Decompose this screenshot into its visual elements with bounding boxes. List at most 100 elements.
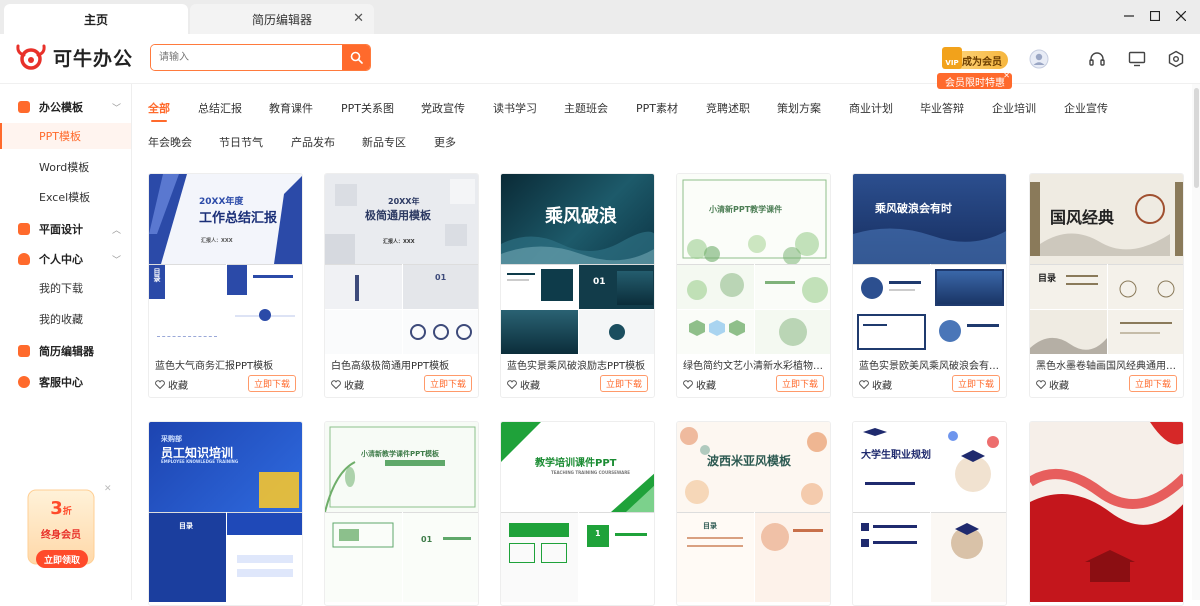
promo-discount-unit: 折 [62,507,72,517]
template-thumbnail[interactable]: 采购部 员工知识培训 EMPLOYEE KNOWLEDGE TRAINING 目… [149,422,302,602]
template-title[interactable]: 蓝色实景乘风破浪励志PPT模板 [507,357,652,372]
template-thumbnail[interactable]: 国风经典 目录 [1030,174,1183,354]
cover-title: 小清新教学课件PPT模板 [361,450,440,458]
category-graduation[interactable]: 毕业答辩 [920,100,964,116]
favorite-button[interactable]: 收藏 [859,377,892,392]
sidebar-item-excel-templates[interactable]: Excel模板 [0,184,131,210]
template-thumbnail[interactable]: 教学培训课件PPT TEACHING TRAINING COURSEWARE 1 [501,422,654,602]
favorite-button[interactable]: 收藏 [1036,377,1069,392]
template-card[interactable]: 国风经典 目录 黑色水墨卷轴画国风经典通用PPT... 收藏 立即下载 [1029,173,1184,398]
close-promo-card-icon[interactable]: ✕ [104,484,112,494]
category-festivals[interactable]: 节日节气 [219,134,263,150]
template-card[interactable]: 教学培训课件PPT TEACHING TRAINING COURSEWARE 1 [500,421,655,606]
headset-icon[interactable] [1086,48,1108,70]
download-button[interactable]: 立即下载 [424,375,472,392]
template-thumbnail[interactable]: 大学生职业规划 [853,422,1006,602]
template-title[interactable]: 蓝色实景欧美风乘风破浪会有时通... [859,357,1004,372]
template-title[interactable]: 白色高级极简通用PPT模板 [331,357,476,372]
sidebar-group-personal-center[interactable]: 个人中心 ﹀ [18,251,121,267]
download-button[interactable]: 立即下载 [952,375,1000,392]
minimize-icon[interactable] [1117,5,1141,27]
category-party-promotion[interactable]: 党政宣传 [421,100,465,116]
lifetime-vip-promo-card[interactable]: ✕ 3折 终身会员 立即领取 [22,484,112,574]
category-class-meeting[interactable]: 主题班会 [564,100,608,116]
user-avatar-icon[interactable] [1028,48,1050,70]
template-card[interactable] [1029,421,1184,606]
sidebar-group-graphic-design[interactable]: 平面设计 ︿ [18,221,121,237]
promo-claim-button[interactable]: 立即领取 [36,553,88,566]
template-title[interactable]: 蓝色大气商务汇报PPT模板 [155,357,300,372]
favorite-button[interactable]: 收藏 [507,377,540,392]
template-card[interactable]: 20XX年 极简通用模板 汇报人：XXX 01 白色高级极简通用PPT模板 收藏… [324,173,479,398]
close-promo-icon[interactable]: ✕ [1003,71,1010,80]
category-job-report[interactable]: 竞聘述职 [706,100,750,116]
maximize-icon[interactable] [1143,5,1167,27]
sidebar-item-word-templates[interactable]: Word模板 [0,154,131,180]
template-card[interactable]: 20XX年度 工作总结汇报 汇报人：XXX 目录 蓝色大气商务汇报PPT模板 收… [148,173,303,398]
category-ppt-diagram[interactable]: PPT关系图 [341,100,394,116]
chevron-down-icon: ﹀ [112,103,122,114]
download-button[interactable]: 立即下载 [1129,375,1177,392]
template-card[interactable]: 小清新教学课件PPT模板 01 [324,421,479,606]
scrollbar-thumb[interactable] [1194,88,1199,188]
sidebar-item-my-downloads[interactable]: 我的下载 [0,275,131,301]
template-card[interactable]: 大学生职业规划 [852,421,1007,606]
template-card[interactable]: 小清新PPT教学课件 绿色简约文艺小清新水彩植物教学... 收藏 立即下载 [676,173,831,398]
template-thumbnail[interactable]: 20XX年度 工作总结汇报 汇报人：XXX 目录 [149,174,302,354]
window-tab-bar: 主页 简历编辑器 ✕ [0,0,1200,34]
content-scrollbar[interactable] [1192,84,1200,600]
template-thumbnail[interactable]: 小清新PPT教学课件 [677,174,830,354]
template-thumbnail[interactable]: 乘风破浪 01 [501,174,654,354]
template-card[interactable]: 采购部 员工知识培训 EMPLOYEE KNOWLEDGE TRAINING 目… [148,421,303,606]
brand-logo[interactable]: 可牛办公 [15,43,133,71]
template-thumbnail[interactable]: 20XX年 极简通用模板 汇报人：XXX 01 [325,174,478,354]
category-reading[interactable]: 读书学习 [493,100,537,116]
template-title[interactable]: 黑色水墨卷轴画国风经典通用PPT... [1036,357,1181,372]
close-window-icon[interactable] [1169,5,1193,27]
sidebar-item-my-favorites[interactable]: 我的收藏 [0,306,131,332]
category-new-arrivals[interactable]: 新品专区 [362,134,406,150]
template-thumbnail[interactable]: 小清新教学课件PPT模板 01 [325,422,478,602]
search-input[interactable] [151,45,342,70]
download-button[interactable]: 立即下载 [248,375,296,392]
template-thumbnail[interactable]: 波西米亚风模板 目录 [677,422,830,602]
cover-year: 20XX年 [388,197,420,206]
close-tab-icon[interactable]: ✕ [353,11,364,26]
template-title[interactable]: 绿色简约文艺小清新水彩植物教学... [683,357,828,372]
template-card[interactable]: 乘风破浪 01 蓝色实景乘风破浪励志PPT模板 收藏 立即下载 [500,173,655,398]
category-education[interactable]: 教育课件 [269,100,313,116]
category-summary-report[interactable]: 总结汇报 [198,100,242,116]
app-header: 可牛办公 VIP 成为会员 [0,34,1200,84]
tab-home[interactable]: 主页 [4,4,188,34]
sidebar-group-customer-service[interactable]: 客服中心 [18,374,83,390]
sidebar-group-resume-editor[interactable]: 简历编辑器 [18,343,94,359]
tab-resume-editor[interactable]: 简历编辑器 ✕ [190,4,374,34]
favorite-button[interactable]: 收藏 [155,377,188,392]
vip-limited-offer-tag[interactable]: 会员限时特惠 ✕ [937,71,1012,89]
category-planning[interactable]: 策划方案 [777,100,821,116]
category-ppt-materials[interactable]: PPT素材 [636,100,678,116]
template-thumbnail[interactable]: 乘风破浪会有时 [853,174,1006,354]
template-card[interactable]: 乘风破浪会有时 蓝色实景欧美风乘风破浪会有时通... 收藏 立即下载 [852,173,1007,398]
category-more[interactable]: 更多 [434,134,456,150]
template-thumbnail[interactable] [1030,422,1183,602]
monitor-icon[interactable] [1126,48,1148,70]
download-button[interactable]: 立即下载 [600,375,648,392]
sidebar-group-office-templates[interactable]: 办公模板 ﹀ [18,99,121,115]
search-button[interactable] [342,45,370,70]
favorite-button[interactable]: 收藏 [683,377,716,392]
category-product-launch[interactable]: 产品发布 [291,134,335,150]
template-card[interactable]: 波西米亚风模板 目录 [676,421,831,606]
download-button[interactable]: 立即下载 [776,375,824,392]
category-corporate-promo[interactable]: 企业宣传 [1064,100,1108,116]
category-annual-party[interactable]: 年会晚会 [148,134,192,150]
heart-icon [155,380,165,389]
settings-hexagon-icon[interactable] [1165,48,1187,70]
cover-subtitle: TEACHING TRAINING COURSEWARE [551,470,631,475]
become-vip-button[interactable]: VIP 成为会员 [942,47,1008,69]
favorite-button[interactable]: 收藏 [331,377,364,392]
sidebar-item-ppt-templates[interactable]: PPT模板 [0,123,131,149]
category-corporate-training[interactable]: 企业培训 [992,100,1036,116]
category-business-plan[interactable]: 商业计划 [849,100,893,116]
category-all[interactable]: 全部 [148,100,170,122]
